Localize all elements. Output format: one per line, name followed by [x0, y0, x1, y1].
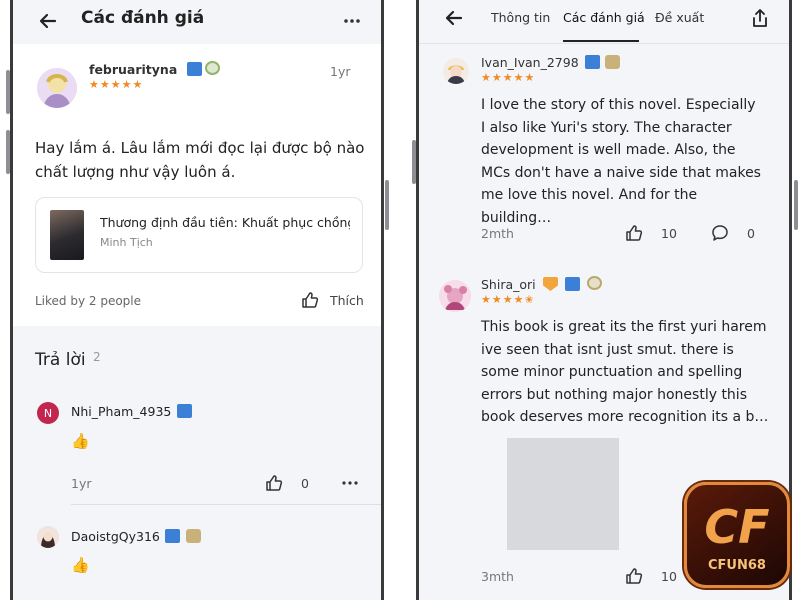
back-arrow-icon[interactable] — [35, 8, 61, 34]
tab-reviews[interactable]: Các đánh giá — [563, 10, 645, 25]
reviewer-username[interactable]: februarityna — [89, 62, 177, 77]
left-screen: Các đánh giá februarityna ★★★★★ 1yr Hay … — [13, 0, 381, 600]
thumbs-up-emoji: 👍 — [71, 556, 90, 574]
active-tab-indicator — [563, 40, 639, 42]
review-like-count: 10 — [661, 569, 677, 584]
achievement-badge-icon — [587, 276, 602, 290]
review-text-line: chất lượng như vậy luôn á. — [35, 163, 236, 181]
reply-username[interactable]: DaoistgQy316 — [71, 529, 160, 544]
book-author: Minh Tịch — [100, 236, 153, 249]
level-badge-icon — [165, 529, 180, 543]
book-card[interactable]: Thương định đầu tiên: Khuất phục chồng M… — [35, 197, 363, 273]
treasure-badge-icon — [186, 529, 201, 543]
achievement-badge-icon — [205, 61, 220, 75]
thumbs-up-icon[interactable] — [300, 290, 320, 310]
level-badge-icon — [177, 404, 192, 418]
thumbs-up-icon[interactable] — [625, 224, 643, 242]
book-tabs-header: Thông tin Các đánh giá Đề xuất — [419, 0, 789, 44]
reviewer-avatar[interactable] — [439, 280, 471, 312]
rating-stars: ★★★★★ — [89, 78, 144, 91]
vip-badge-icon — [543, 277, 558, 291]
like-button[interactable]: Thích — [330, 293, 364, 308]
review-text-line: This book is great its the first yuri ha… — [481, 319, 767, 335]
review-text-line: MCs don't have a naive side that makes — [481, 164, 761, 181]
phone-side-button — [6, 130, 10, 174]
review-text-line: book deserves more recognition its a b… — [481, 409, 769, 425]
tab-info[interactable]: Thông tin — [491, 10, 550, 25]
left-phone: Các đánh giá februarityna ★★★★★ 1yr Hay … — [10, 0, 384, 600]
review-text-line: some minor punctuation and spelling — [481, 364, 743, 380]
phone-side-button — [385, 180, 389, 230]
rating-stars: ★★★★★ — [481, 71, 536, 84]
level-badge-icon — [187, 62, 202, 76]
thumbs-up-icon[interactable] — [265, 474, 283, 492]
rating-stars: ★★★★✬ — [481, 293, 535, 306]
replies-count: 2 — [93, 350, 101, 364]
review-time: 3mth — [481, 569, 514, 584]
review-text-line: me love this novel. And for the building… — [481, 187, 698, 226]
review-text-line: development is well made. Also, the — [481, 142, 736, 158]
review-text-line: I love the story of this novel. Especial… — [481, 97, 756, 113]
review-text-line: Hay lắm á. Lâu lắm mới đọc lại được bộ n… — [35, 139, 365, 157]
replies-title: Trả lời — [35, 350, 86, 370]
thumbs-up-emoji: 👍 — [71, 432, 90, 450]
phone-side-button — [412, 140, 416, 184]
reviewer-avatar[interactable] — [37, 68, 77, 108]
comment-icon[interactable] — [711, 224, 729, 242]
phone-side-button — [6, 70, 10, 114]
reply-time: 1yr — [71, 476, 92, 491]
treasure-badge-icon — [605, 55, 620, 69]
svg-text:CF: CF — [704, 500, 769, 554]
page-title: Các đánh giá — [81, 8, 205, 28]
thumbs-up-icon[interactable] — [625, 567, 643, 585]
reviewer-username[interactable]: Shira_ori — [481, 277, 536, 292]
reply-username[interactable]: Nhi_Pham_4935 — [71, 404, 171, 419]
liked-by-text[interactable]: Liked by 2 people — [35, 294, 141, 308]
review-text-line: errors but nothing major honestly this — [481, 386, 747, 403]
level-badge-icon — [585, 55, 600, 69]
share-icon[interactable] — [747, 5, 773, 31]
reviewer-avatar[interactable] — [443, 58, 469, 84]
tab-recommendations[interactable]: Đề xuất — [655, 10, 704, 25]
review-text-line: ive seen that isnt just smut. there is — [481, 341, 734, 358]
book-cover-image — [50, 210, 84, 260]
reply-avatar[interactable]: N — [37, 402, 59, 424]
review-image-placeholder[interactable] — [507, 438, 619, 550]
more-options-icon[interactable] — [341, 474, 359, 492]
review-text-line: I also like Yuri's story. The character — [481, 119, 732, 136]
book-title: Thương định đầu tiên: Khuất phục chồng — [100, 215, 350, 230]
review-card: februarityna ★★★★★ 1yr Hay lắm á. Lâu lắ… — [13, 44, 381, 326]
reply-like-count: 0 — [301, 476, 309, 491]
review-like-count: 10 — [661, 226, 677, 241]
review-time: 2mth — [481, 226, 514, 241]
review-comment-count: 0 — [747, 226, 755, 241]
reviewer-username[interactable]: Ivan_Ivan_2798 — [481, 55, 579, 70]
review-header: Các đánh giá — [13, 0, 381, 44]
cfun68-watermark-logo: CF CFUN68 — [684, 482, 790, 588]
review-time: 1yr — [330, 64, 351, 79]
level-badge-icon — [565, 277, 580, 291]
divider — [71, 504, 381, 505]
replies-section: Trả lời 2 N Nhi_Pham_4935 👍 1yr 0 Daoist… — [13, 326, 381, 600]
svg-text:CFUN68: CFUN68 — [708, 558, 766, 573]
back-arrow-icon[interactable] — [441, 5, 467, 31]
phone-side-button — [794, 180, 798, 230]
reply-avatar[interactable] — [37, 526, 59, 548]
more-options-icon[interactable] — [339, 8, 365, 34]
